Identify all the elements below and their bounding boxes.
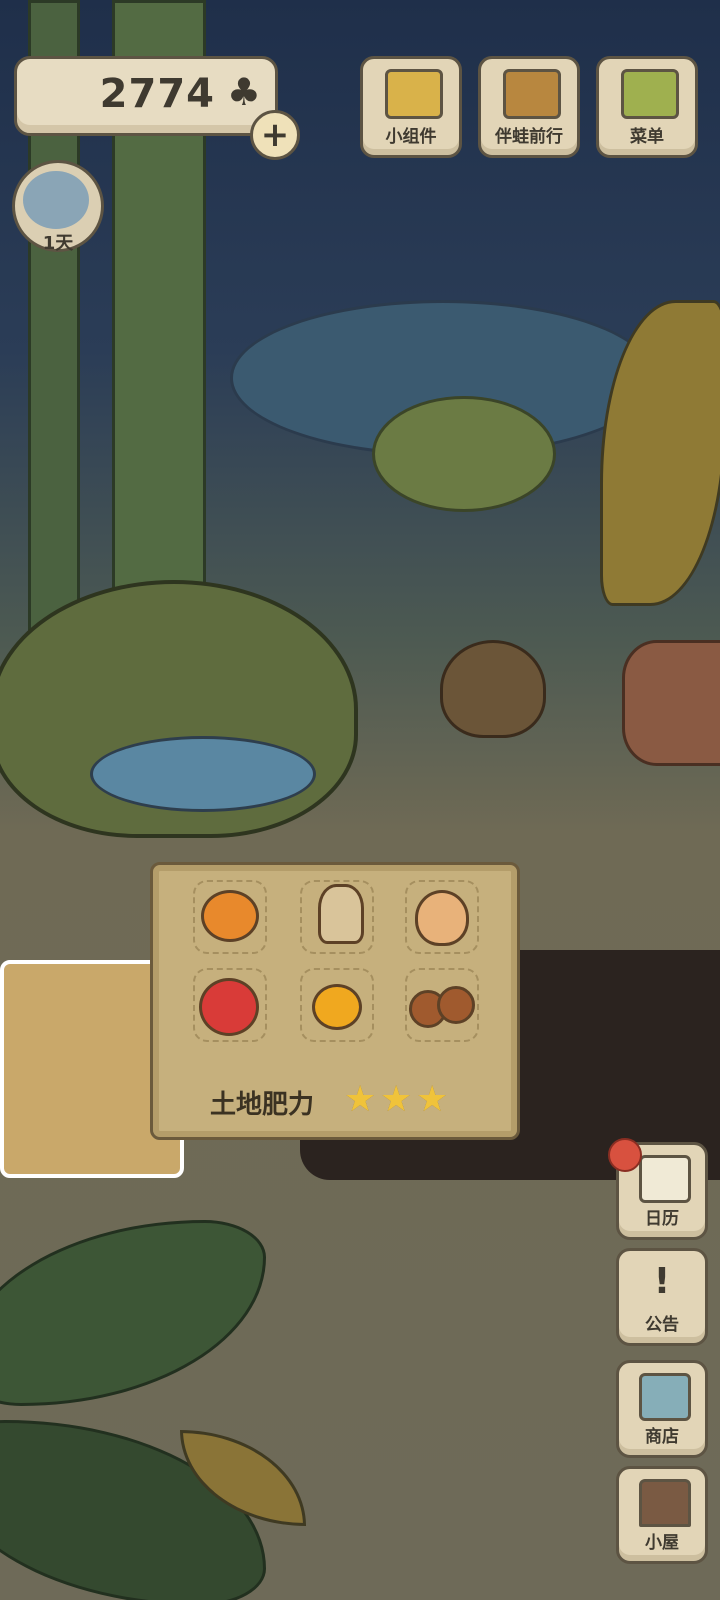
day-indicator[interactable]: 1天 [12, 160, 104, 254]
day-label: 1天 [42, 233, 74, 254]
harvest-slot[interactable] [405, 880, 479, 954]
widget-icon [385, 69, 443, 119]
harvest-slot[interactable] [193, 880, 267, 954]
apple-icon [199, 978, 259, 1036]
chestnuts-icon [437, 986, 475, 1024]
lily-pad [372, 396, 556, 512]
rice-sack-icon [318, 884, 364, 944]
harvest-slot[interactable] [405, 968, 479, 1042]
notification-badge [608, 1138, 642, 1172]
star-icon: ★ [416, 1079, 449, 1120]
chestnut-creature [440, 640, 546, 738]
frog-avatar-icon [23, 171, 89, 229]
menu-label: 菜单 [630, 127, 664, 147]
plus-icon: + [260, 115, 290, 155]
star-icon: ★ [344, 1079, 377, 1120]
harvest-slot[interactable] [193, 968, 267, 1042]
banana-leaf [0, 1220, 266, 1406]
tree-stump [622, 640, 720, 766]
game-scene: 2774 ♣ + 1天 小组件 伴蛙前行 菜单 土地肥力 ★ ★ ★ 日历 ! … [0, 0, 720, 1600]
soil-fertility-label: 土地肥力 [210, 1090, 315, 1120]
notice-button[interactable]: ! 公告 [616, 1248, 708, 1346]
onion-icon [415, 890, 469, 946]
persimmon-icon [201, 890, 259, 942]
widget-button[interactable]: 小组件 [360, 56, 462, 158]
shop-label: 商店 [645, 1427, 679, 1447]
harvest-slot[interactable] [300, 880, 374, 954]
clover-count: 2774 [99, 71, 215, 117]
mandarin-icon [312, 984, 362, 1030]
add-clover-button[interactable]: + [250, 110, 300, 160]
book-icon [503, 69, 561, 119]
shop-button[interactable]: 商店 [616, 1360, 708, 1458]
house-button[interactable]: 小屋 [616, 1466, 708, 1564]
menu-button[interactable]: 菜单 [596, 56, 698, 158]
shop-bags-icon [639, 1373, 691, 1421]
harvest-slot[interactable] [300, 968, 374, 1042]
exclamation-icon: ! [653, 1261, 671, 1302]
star-icon: ★ [380, 1079, 413, 1120]
house-label: 小屋 [645, 1533, 679, 1553]
clover-counter: 2774 ♣ [14, 56, 278, 136]
calendar-icon [639, 1155, 691, 1203]
widget-label: 小组件 [385, 127, 437, 147]
cards-icon [621, 69, 679, 119]
pot-water [90, 736, 316, 812]
calendar-label: 日历 [645, 1209, 679, 1229]
journey-label: 伴蛙前行 [495, 127, 563, 147]
notice-label: 公告 [645, 1315, 679, 1335]
journey-button[interactable]: 伴蛙前行 [478, 56, 580, 158]
clover-icon: ♣ [226, 70, 261, 114]
house-icon [639, 1479, 691, 1527]
